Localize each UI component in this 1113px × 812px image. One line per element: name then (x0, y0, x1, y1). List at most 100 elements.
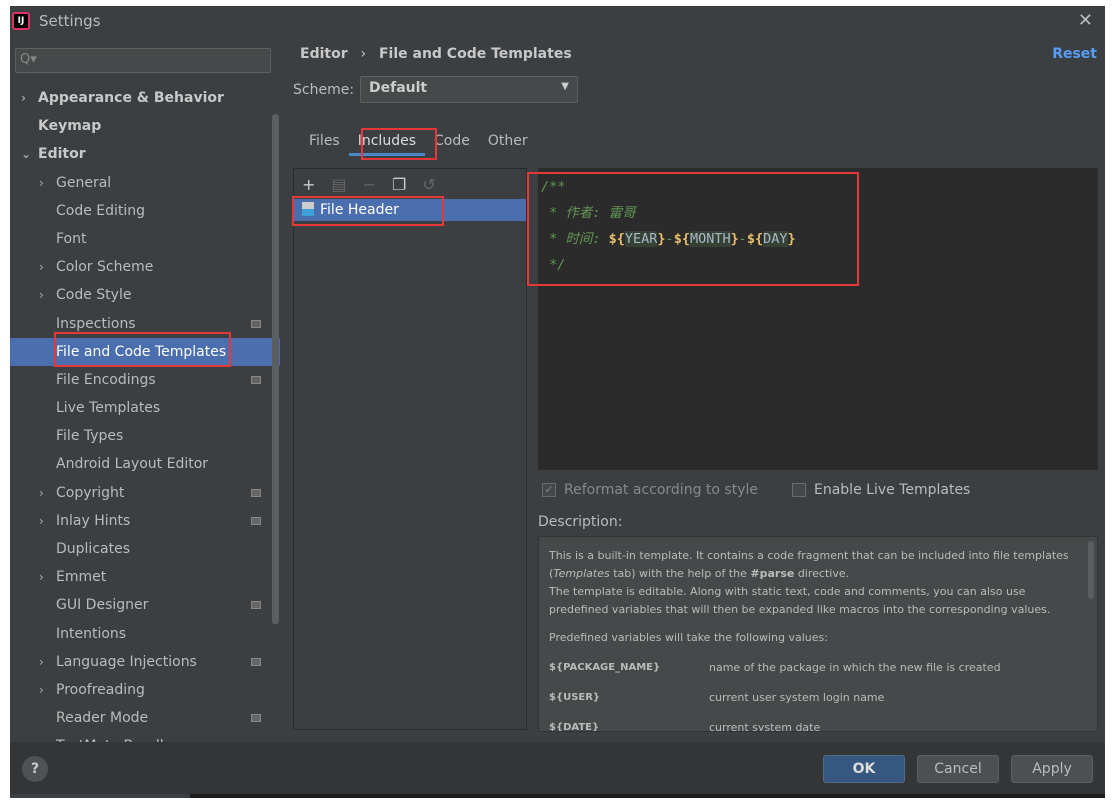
settings-search-input[interactable]: Q▾ (15, 48, 271, 73)
reformat-checkbox[interactable]: ✓ Reformat according to style (542, 482, 758, 498)
sidebar-item-file-and-code-templates[interactable]: File and Code Templates (10, 337, 280, 366)
apply-button[interactable]: Apply (1011, 755, 1093, 783)
sidebar-scrollbar[interactable] (272, 114, 279, 624)
sidebar-item-label: Inspections (56, 315, 136, 332)
add-icon[interactable]: + (302, 175, 315, 194)
ok-button[interactable]: OK (823, 755, 905, 783)
tab-files[interactable]: Files (300, 126, 349, 156)
chevron-right-icon[interactable]: › (39, 169, 44, 197)
sidebar-item-font[interactable]: Font (10, 225, 280, 253)
reset-icon[interactable]: ↺ (422, 175, 435, 194)
scheme-value: Default (369, 80, 428, 96)
sidebar-item-color-scheme[interactable]: › Color Scheme (10, 253, 280, 281)
breadcrumb-editor[interactable]: Editor (300, 46, 348, 62)
sidebar-item-inspections[interactable]: Inspections (10, 310, 280, 338)
sidebar-item-editor[interactable]: ⌄ Editor (10, 140, 280, 168)
tab-code[interactable]: Code (425, 126, 479, 156)
comment-text: * 时间: (541, 231, 609, 247)
cancel-button[interactable]: Cancel (917, 755, 999, 783)
sidebar-item-file-encodings[interactable]: File Encodings (10, 366, 280, 394)
chevron-right-icon[interactable]: › (39, 648, 44, 676)
var-close: } (730, 231, 739, 247)
var-close: } (657, 231, 666, 247)
sidebar-item-live-templates[interactable]: Live Templates (10, 394, 280, 422)
var-day: DAY (763, 231, 788, 247)
sidebar-item-textmate-bundles[interactable]: TextMate Bundles (10, 732, 280, 742)
settings-tree: › Appearance & Behavior Keymap ⌄ Editor › Gene… (10, 84, 280, 742)
sidebar-item-label: Editor (38, 146, 86, 163)
template-tabs: Files Includes Code Other (300, 126, 537, 156)
copy-icon[interactable]: ❐ (392, 175, 406, 194)
sidebar-item-label: File Encodings (56, 371, 156, 388)
tab-includes[interactable]: Includes (348, 126, 425, 156)
sidebar-item-label: Live Templates (56, 400, 161, 417)
list-item-file-header[interactable]: File Header (294, 199, 526, 221)
chevron-right-icon[interactable]: › (39, 507, 44, 535)
live-templates-checkbox[interactable]: Enable Live Templates (792, 482, 970, 498)
file-template-icon (302, 202, 314, 216)
variable-row: ${USER} current user system login name (549, 691, 885, 704)
var-year: YEAR (624, 231, 658, 247)
project-scope-icon (251, 319, 261, 328)
sidebar-item-label: Proofreading (56, 681, 145, 698)
sidebar-item-label: File and Code Templates (56, 343, 227, 360)
scheme-dropdown[interactable]: Default ▼ (360, 76, 578, 103)
sidebar-item-label: Color Scheme (56, 259, 154, 276)
sidebar-item-gui-designer[interactable]: GUI Designer (10, 591, 280, 619)
list-item-label: File Header (320, 202, 399, 218)
sidebar-item-intentions[interactable]: Intentions (10, 620, 280, 648)
code-line: * 时间: ${YEAR}-${MONTH}-${DAY} (541, 226, 1098, 252)
sidebar-item-code-editing[interactable]: Code Editing (10, 197, 280, 225)
project-scope-icon (251, 601, 261, 610)
project-scope-icon (251, 516, 261, 525)
description-paragraph: The template is editable. Along with sta… (549, 585, 1051, 616)
reset-link[interactable]: Reset (1052, 46, 1097, 62)
description-paragraph: Predefined variables will take the follo… (549, 631, 828, 644)
title-bar: IJ Settings ✕ (10, 6, 1105, 36)
tab-other[interactable]: Other (479, 126, 537, 156)
var-open: ${ (608, 231, 625, 247)
sidebar-item-keymap[interactable]: Keymap (10, 112, 280, 140)
sidebar-item-inlay-hints[interactable]: › Inlay Hints (10, 507, 280, 535)
chevron-right-icon[interactable]: › (21, 84, 26, 112)
sidebar-item-android-layout-editor[interactable]: Android Layout Editor (10, 450, 280, 478)
sidebar-item-appearance-behavior[interactable]: › Appearance & Behavior (10, 84, 280, 112)
chevron-down-icon[interactable]: ⌄ (21, 140, 31, 168)
description-panel: This is a built-in template. It contains… (538, 536, 1098, 732)
checkbox-box (792, 483, 806, 497)
sidebar-item-label: Reader Mode (56, 710, 149, 727)
bottom-edge (10, 794, 190, 798)
help-button[interactable]: ? (22, 756, 48, 782)
sidebar-item-code-style[interactable]: › Code Style (10, 281, 280, 309)
sidebar-item-emmet[interactable]: › Emmet (10, 563, 280, 591)
sidebar-item-label: Code Editing (56, 202, 146, 219)
remove-icon[interactable]: − (363, 175, 376, 194)
sidebar-item-copyright[interactable]: › Copyright (10, 479, 280, 507)
project-scope-icon (251, 375, 261, 384)
sidebar-item-label: Keymap (38, 118, 102, 135)
chevron-right-icon[interactable]: › (39, 479, 44, 507)
sidebar-item-duplicates[interactable]: Duplicates (10, 535, 280, 563)
sidebar-item-file-types[interactable]: File Types (10, 422, 280, 450)
chevron-right-icon[interactable]: › (39, 676, 44, 704)
chevron-right-icon[interactable]: › (39, 281, 44, 309)
template-code-editor[interactable]: /** * 作者: 雷哥 * 时间: ${YEAR}-${MONTH}-${DA… (538, 168, 1098, 470)
sidebar-item-proofreading[interactable]: › Proofreading (10, 676, 280, 704)
add-child-icon[interactable]: ▤ (331, 175, 346, 194)
sidebar-item-label: Emmet (56, 569, 107, 586)
close-icon[interactable]: ✕ (1078, 10, 1093, 31)
sidebar-item-reader-mode[interactable]: Reader Mode (10, 704, 280, 732)
description-scrollbar[interactable] (1088, 541, 1094, 599)
project-scope-icon (251, 714, 261, 723)
sidebar-item-label: Code Style (56, 287, 132, 304)
sidebar-item-label: Inlay Hints (56, 512, 131, 529)
sidebar-item-label: TextMate Bundles (56, 732, 180, 742)
breadcrumb-separator: › (360, 46, 367, 62)
main-panel: Editor › File and Code Templates Reset S… (280, 36, 1105, 742)
sidebar-item-language-injections[interactable]: › Language Injections (10, 648, 280, 676)
var-close: } (787, 231, 796, 247)
chevron-right-icon[interactable]: › (39, 563, 44, 591)
sidebar-item-general[interactable]: › General (10, 169, 280, 197)
code-line: /** (541, 179, 566, 195)
chevron-right-icon[interactable]: › (39, 253, 44, 281)
